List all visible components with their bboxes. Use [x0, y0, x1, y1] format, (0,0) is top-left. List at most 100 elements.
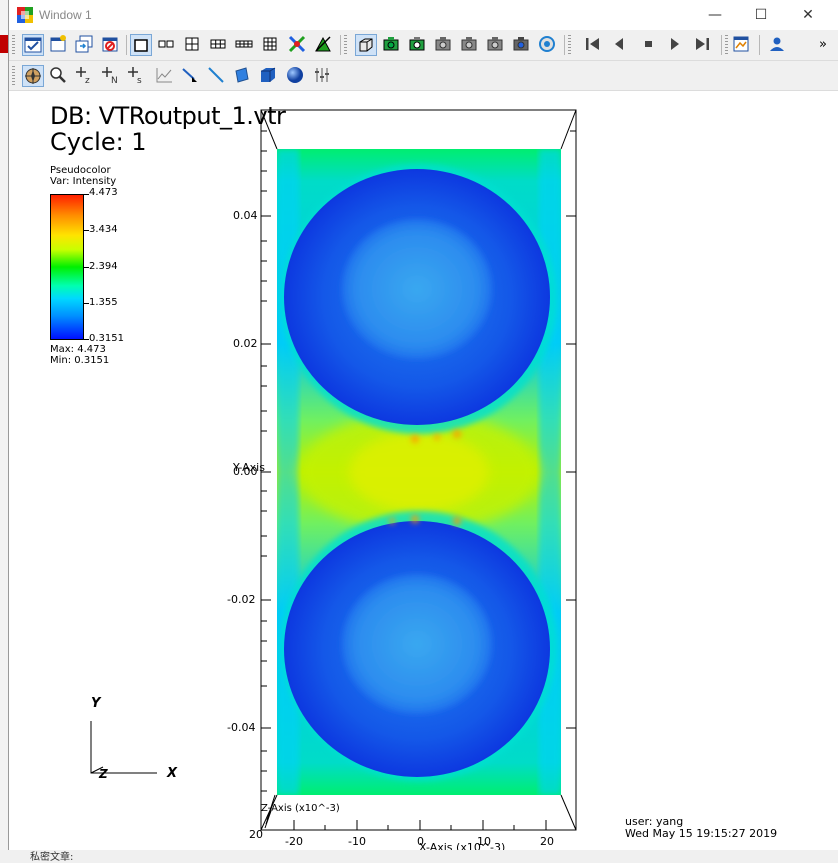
pseudocolor-field: [277, 149, 561, 795]
axis-restrict-button[interactable]: [312, 65, 334, 87]
layout-2x4-button[interactable]: [234, 34, 256, 56]
step-forward-button[interactable]: [692, 34, 714, 56]
layout-2x2-icon: [185, 37, 199, 51]
sphere-icon: [287, 67, 303, 83]
camera-icon: [409, 37, 425, 51]
play-button[interactable]: [665, 34, 687, 56]
toolbar-separator: [564, 35, 565, 55]
visualization-viewport[interactable]: DB: VTRoutput_1.vtr Cycle: 1 Pseudocolor…: [9, 91, 838, 861]
y-tick-label: -0.02: [227, 593, 256, 606]
date-annotation: Wed May 15 19:15:27 2019: [625, 827, 778, 840]
sphere-tool-button[interactable]: [285, 65, 307, 87]
layout-2x4-icon: [235, 40, 253, 48]
triad-x-label: X: [167, 766, 178, 781]
svg-text:s: s: [137, 76, 142, 85]
visit-window: Window 1 — ☐ ✕ » z N s DB: VTRoutput_1.v…: [8, 0, 838, 861]
pseudocolor-plot[interactable]: [277, 149, 561, 795]
cube-view-icon: [359, 38, 373, 52]
visit-app-icon: [17, 7, 33, 23]
line-out-button[interactable]: [180, 65, 202, 87]
toolbar-separator: [759, 35, 760, 55]
new-window-button[interactable]: [48, 34, 70, 56]
z-axis-title: Z-Axis (x10^-3): [261, 803, 340, 814]
compass-icon: [25, 68, 41, 84]
y-tick-label: -0.04: [227, 721, 256, 734]
toolbar-separator: [126, 35, 127, 55]
triad-y-label: Y: [91, 696, 101, 711]
toolbar-overflow-button[interactable]: »: [819, 37, 827, 52]
spin-button[interactable]: [537, 34, 559, 56]
recenter-view-button[interactable]: [407, 34, 429, 56]
background-page-strip: 私密文章:: [0, 850, 838, 863]
pointer-icon: [182, 68, 197, 82]
layout-2x2-button[interactable]: [182, 34, 204, 56]
view-3d-button[interactable]: [355, 34, 377, 56]
lock-time-button[interactable]: [313, 34, 335, 56]
lock-view-icon: [288, 35, 306, 53]
delete-window-button[interactable]: [100, 34, 122, 56]
save-view-button[interactable]: [485, 34, 507, 56]
plane-tool-button[interactable]: [232, 65, 254, 87]
active-window-button[interactable]: [22, 34, 44, 56]
magnifier-icon: [50, 67, 66, 83]
undo-view-button[interactable]: [433, 34, 455, 56]
toolbar-grip[interactable]: [344, 35, 347, 55]
layout-3x3-button[interactable]: [260, 34, 282, 56]
minimize-button[interactable]: —: [701, 4, 729, 26]
clone-window-button[interactable]: [74, 34, 96, 56]
choose-view-button[interactable]: [511, 34, 533, 56]
layout-2x3-button[interactable]: [208, 34, 230, 56]
step-back-button[interactable]: [609, 34, 631, 56]
rewind-icon: [586, 38, 599, 50]
node-pick-button[interactable]: N: [100, 65, 122, 87]
zoom-button[interactable]: [48, 65, 70, 87]
zone-pick-button[interactable]: z: [74, 65, 96, 87]
x-tick-label: -20: [285, 835, 303, 848]
triad-z-label: Z: [99, 767, 108, 781]
user-button[interactable]: [767, 34, 789, 56]
box-tool-button[interactable]: [258, 65, 280, 87]
invert-bg-button[interactable]: [459, 34, 481, 56]
clone-window-icon: [75, 35, 93, 53]
toolbar-grip[interactable]: [725, 35, 728, 55]
z-tick-label: 20: [249, 828, 263, 841]
main-toolbar: »: [9, 30, 838, 61]
title-bar[interactable]: Window 1 — ☐ ✕: [9, 0, 838, 30]
step-back-icon: [615, 38, 623, 50]
stop-icon: [645, 41, 652, 47]
lock-view-button[interactable]: [287, 34, 309, 56]
annotation-button[interactable]: [731, 34, 753, 56]
plane-icon: [235, 67, 249, 83]
layout-1x1-button[interactable]: [130, 34, 152, 56]
spreadsheet-pick-button[interactable]: s: [126, 65, 148, 87]
reset-view-button[interactable]: [381, 34, 403, 56]
camera-icon: [461, 37, 477, 51]
plus-z-icon: z: [76, 67, 90, 86]
desktop-left-edge: [0, 0, 8, 861]
stop-button[interactable]: [639, 34, 661, 56]
close-button[interactable]: ✕: [794, 4, 822, 26]
layout-2x3-icon: [210, 39, 226, 49]
toolbar-grip[interactable]: [12, 35, 15, 55]
toolbar-separator: [721, 35, 722, 55]
layout-1x2-button[interactable]: [156, 34, 178, 56]
maximize-button[interactable]: ☐: [747, 4, 775, 26]
toolbar-grip[interactable]: [568, 35, 571, 55]
toolbar-grip[interactable]: [12, 66, 15, 86]
svg-text:z: z: [85, 76, 90, 85]
delete-window-icon: [102, 37, 118, 52]
new-window-icon: [50, 35, 66, 52]
sliders-icon: [315, 68, 329, 82]
annotation-icon: [733, 36, 749, 52]
line-tool-button[interactable]: [206, 65, 228, 87]
layout-1x1-icon: [134, 39, 148, 52]
y-axis-title: Y-Axis: [233, 461, 265, 474]
camera-green-icon: [383, 37, 399, 51]
plus-n-icon: N: [102, 67, 118, 86]
rewind-button[interactable]: [583, 34, 605, 56]
box-icon: [261, 67, 276, 82]
y-tick-label: 0.04: [233, 209, 258, 222]
curve-pick-button[interactable]: [154, 65, 176, 87]
step-forward-icon: [696, 38, 709, 50]
navigate-button[interactable]: [22, 65, 44, 87]
